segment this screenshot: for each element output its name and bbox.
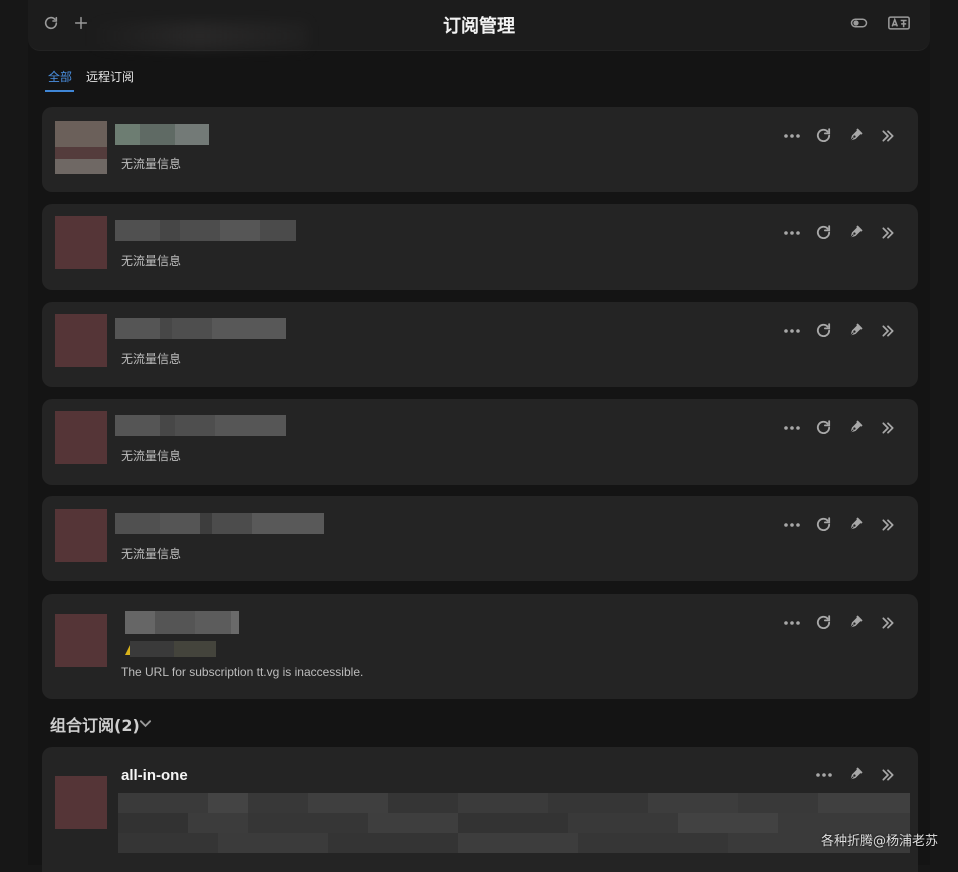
traffic-info: 无流量信息 [121, 352, 182, 366]
warning-text-redacted [130, 641, 216, 657]
edit-pen-icon[interactable] [845, 612, 866, 633]
card-actions [781, 514, 898, 535]
forward-icon[interactable] [877, 612, 898, 633]
error-message: The URL for subscription tt.vg is inacce… [121, 665, 364, 679]
traffic-info: 无流量信息 [121, 157, 182, 171]
traffic-info: 无流量信息 [121, 254, 182, 268]
subscription-name-redacted [115, 318, 286, 339]
more-icon[interactable] [781, 320, 802, 341]
forward-icon[interactable] [877, 417, 898, 438]
forward-icon[interactable] [877, 764, 898, 785]
refresh-icon[interactable] [813, 320, 834, 341]
more-icon[interactable] [781, 417, 802, 438]
card-actions [781, 222, 898, 243]
refresh-icon[interactable] [813, 222, 834, 243]
subscription-avatar [55, 411, 107, 464]
forward-icon[interactable] [877, 125, 898, 146]
tab-remote[interactable]: 远程订阅 [86, 68, 134, 85]
subscription-card[interactable]: 无流量信息 [42, 107, 918, 192]
refresh-icon[interactable] [813, 417, 834, 438]
subscription-avatar [55, 121, 107, 174]
forward-icon[interactable] [877, 320, 898, 341]
subscription-name-redacted [115, 220, 296, 241]
subscription-avatar [55, 614, 107, 667]
translate-icon[interactable] [888, 12, 910, 34]
subscription-name-redacted [125, 611, 239, 634]
subscription-avatar [55, 314, 107, 367]
subscription-card[interactable]: 无流量信息 [42, 204, 918, 290]
chevron-down-icon[interactable] [139, 716, 152, 734]
card-actions [813, 764, 898, 785]
more-icon[interactable] [781, 514, 802, 535]
subscription-name-redacted [115, 124, 209, 145]
group-subscription-card[interactable]: all-in-one [42, 747, 918, 872]
edit-pen-icon[interactable] [845, 320, 866, 341]
subscription-avatar [55, 776, 107, 829]
refresh-icon[interactable] [813, 612, 834, 633]
toggle-icon[interactable] [848, 12, 870, 34]
group-name: all-in-one [121, 767, 188, 784]
page-title: 订阅管理 [443, 16, 515, 37]
redacted-content [118, 793, 910, 853]
card-actions [781, 125, 898, 146]
edit-pen-icon[interactable] [845, 125, 866, 146]
subscription-name-redacted [115, 513, 324, 534]
subscription-card[interactable]: 无流量信息 [42, 302, 918, 387]
forward-icon[interactable] [877, 514, 898, 535]
card-actions [781, 320, 898, 341]
subscription-card[interactable]: The URL for subscription tt.vg is inacce… [42, 594, 918, 699]
refresh-icon[interactable] [813, 125, 834, 146]
more-icon[interactable] [781, 222, 802, 243]
forward-icon[interactable] [877, 222, 898, 243]
active-tab-indicator [45, 90, 74, 92]
more-icon[interactable] [781, 125, 802, 146]
refresh-icon[interactable] [813, 514, 834, 535]
group-section-header[interactable]: 组合订阅(2) [50, 712, 140, 736]
edit-pen-icon[interactable] [845, 222, 866, 243]
edit-pen-icon[interactable] [845, 764, 866, 785]
card-actions [781, 612, 898, 633]
more-icon[interactable] [813, 764, 834, 785]
tab-all[interactable]: 全部 [48, 68, 72, 85]
more-icon[interactable] [781, 612, 802, 633]
subscription-avatar [55, 216, 107, 269]
edit-pen-icon[interactable] [845, 417, 866, 438]
subscription-card[interactable]: 无流量信息 [42, 496, 918, 581]
edit-pen-icon[interactable] [845, 514, 866, 535]
traffic-info: 无流量信息 [121, 547, 182, 561]
traffic-info: 无流量信息 [121, 449, 182, 463]
top-bar: 订阅管理 [28, 0, 930, 51]
watermark: 各种折腾@杨浦老苏 [820, 834, 938, 849]
subscription-avatar [55, 509, 107, 562]
subscription-name-redacted [115, 415, 286, 436]
card-actions [781, 417, 898, 438]
subscription-card[interactable]: 无流量信息 [42, 399, 918, 485]
